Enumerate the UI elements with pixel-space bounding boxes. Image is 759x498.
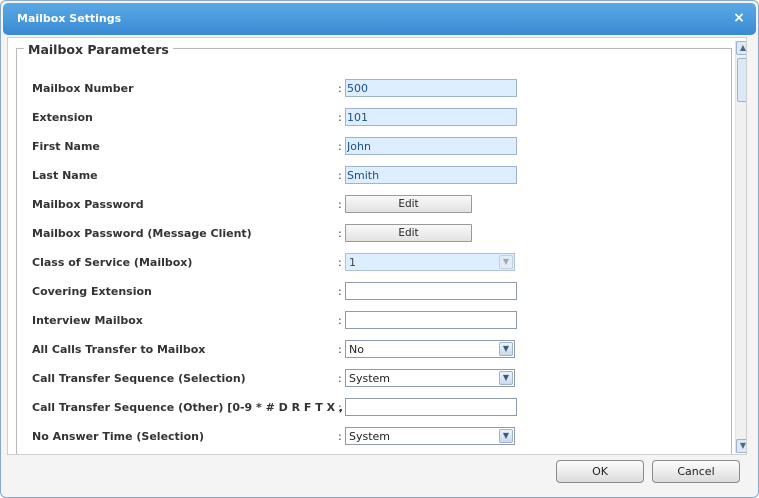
colon: : (338, 82, 342, 95)
class-of-service-select[interactable]: 1 ▼ (345, 253, 515, 271)
chevron-down-icon[interactable]: ▼ (736, 439, 746, 453)
mailbox-password-client-edit-button[interactable]: Edit (345, 224, 472, 242)
interview-mailbox-input[interactable] (345, 311, 517, 329)
extension-input[interactable] (345, 108, 517, 126)
dialog-title: Mailbox Settings (17, 12, 122, 25)
mailbox-settings-dialog: Mailbox Settings × Mailbox Parameters Ma… (0, 0, 759, 498)
mailbox-number-label: Mailbox Number (32, 82, 134, 95)
colon: : (338, 256, 342, 269)
no-answer-time-select[interactable]: System ▼ (345, 427, 515, 445)
chevron-down-icon[interactable]: ▼ (499, 342, 513, 356)
call-transfer-other-label: Call Transfer Sequence (Other) [0-9 * # … (32, 401, 357, 414)
covering-extension-label: Covering Extension (32, 285, 152, 298)
colon: : (338, 111, 342, 124)
section-legend: Mailbox Parameters (24, 42, 173, 57)
colon: : (338, 169, 342, 182)
dialog-titlebar[interactable]: Mailbox Settings × (3, 3, 756, 35)
cancel-button[interactable]: Cancel (652, 460, 740, 483)
colon: : (338, 227, 342, 240)
vertical-scrollbar[interactable]: ▲ ▼ (735, 41, 746, 453)
ok-button[interactable]: OK (556, 460, 644, 483)
row-all-calls-transfer: All Calls Transfer to Mailbox : No ▼ (32, 340, 722, 360)
chevron-down-icon[interactable]: ▼ (499, 255, 513, 269)
row-covering-extension: Covering Extension : (32, 282, 722, 302)
call-transfer-selection-value: System (349, 372, 391, 385)
all-calls-transfer-select[interactable]: No ▼ (345, 340, 515, 358)
first-name-input[interactable] (345, 137, 517, 155)
covering-extension-input[interactable] (345, 282, 517, 300)
row-class-of-service: Class of Service (Mailbox) : 1 ▼ (32, 253, 722, 273)
last-name-input[interactable] (345, 166, 517, 184)
row-mailbox-number: Mailbox Number : (32, 79, 722, 99)
mailbox-number-input[interactable] (345, 79, 517, 97)
no-answer-time-label: No Answer Time (Selection) (32, 430, 204, 443)
row-mailbox-password-client: Mailbox Password (Message Client) : Edit (32, 224, 722, 244)
chevron-up-icon[interactable]: ▲ (736, 41, 746, 55)
all-calls-transfer-value: No (349, 343, 364, 356)
all-calls-transfer-label: All Calls Transfer to Mailbox (32, 343, 206, 356)
colon: : (338, 285, 342, 298)
first-name-label: First Name (32, 140, 100, 153)
dialog-content: Mailbox Parameters Mailbox Number : Exte… (7, 37, 747, 455)
row-first-name: First Name : (32, 137, 722, 157)
colon: : (338, 372, 342, 385)
class-of-service-value: 1 (349, 256, 356, 269)
class-of-service-label: Class of Service (Mailbox) (32, 256, 193, 269)
call-transfer-selection-select[interactable]: System ▼ (345, 369, 515, 387)
colon: : (338, 314, 342, 327)
last-name-label: Last Name (32, 169, 98, 182)
interview-mailbox-label: Interview Mailbox (32, 314, 143, 327)
mailbox-password-edit-button[interactable]: Edit (345, 195, 472, 213)
row-mailbox-password: Mailbox Password : Edit (32, 195, 722, 215)
row-extension: Extension : (32, 108, 722, 128)
colon: : (338, 140, 342, 153)
mailbox-password-label: Mailbox Password (32, 198, 144, 211)
colon: : (338, 343, 342, 356)
call-transfer-selection-label: Call Transfer Sequence (Selection) (32, 372, 246, 385)
row-call-transfer-selection: Call Transfer Sequence (Selection) : Sys… (32, 369, 722, 389)
row-no-answer-time: No Answer Time (Selection) : System ▼ (32, 427, 722, 447)
scrollbar-thumb[interactable] (737, 58, 746, 102)
row-interview-mailbox: Interview Mailbox : (32, 311, 722, 331)
colon: : (338, 198, 342, 211)
row-last-name: Last Name : (32, 166, 722, 186)
colon: : (338, 401, 342, 414)
chevron-down-icon[interactable]: ▼ (499, 429, 513, 443)
close-icon[interactable]: × (732, 10, 746, 26)
extension-label: Extension (32, 111, 93, 124)
no-answer-time-value: System (349, 430, 391, 443)
chevron-down-icon[interactable]: ▼ (499, 371, 513, 385)
mailbox-password-client-label: Mailbox Password (Message Client) (32, 227, 252, 240)
row-call-transfer-other: Call Transfer Sequence (Other) [0-9 * # … (32, 398, 722, 418)
colon: : (338, 430, 342, 443)
call-transfer-other-input[interactable] (345, 398, 517, 416)
